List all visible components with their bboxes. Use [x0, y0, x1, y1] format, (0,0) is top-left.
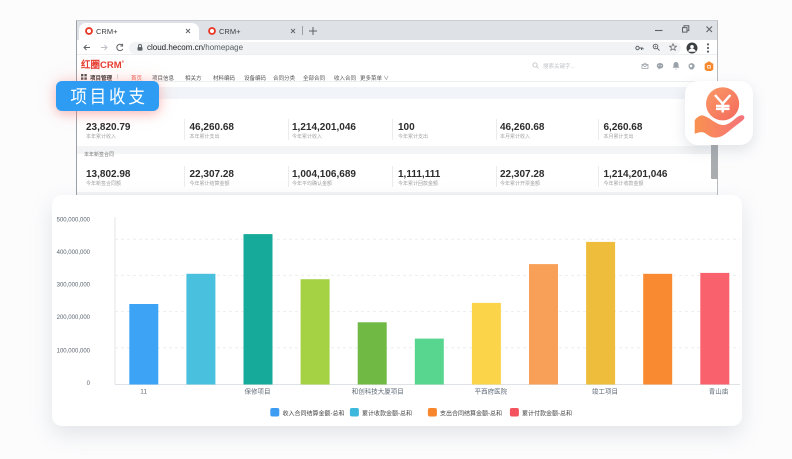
svg-text:收入合同结算金额-总和: 收入合同结算金额-总和 [283, 410, 345, 418]
svg-text:支出合同结算金额-总和: 支出合同结算金额-总和 [440, 410, 502, 418]
svg-text:200,000,000: 200,000,000 [57, 315, 91, 321]
svg-text:保修项目: 保修项目 [245, 387, 271, 396]
svg-text:400,000,000: 400,000,000 [57, 250, 91, 256]
svg-text:0: 0 [87, 381, 91, 387]
svg-text:竣工项目: 竣工项目 [592, 387, 618, 396]
svg-text:和创科技大厦项目: 和创科技大厦项目 [352, 387, 404, 396]
svg-text:11: 11 [140, 389, 147, 396]
svg-text:500,000,000: 500,000,000 [57, 218, 91, 224]
svg-text:300,000,000: 300,000,000 [57, 283, 91, 289]
svg-text:累计付款金额-总和: 累计付款金额-总和 [522, 410, 572, 418]
svg-text:平西府医院: 平西府医院 [475, 387, 508, 396]
svg-text:青山庙: 青山庙 [709, 387, 729, 396]
svg-text:100,000,000: 100,000,000 [57, 349, 91, 355]
svg-text:累计收款金额-总和: 累计收款金额-总和 [362, 410, 412, 418]
